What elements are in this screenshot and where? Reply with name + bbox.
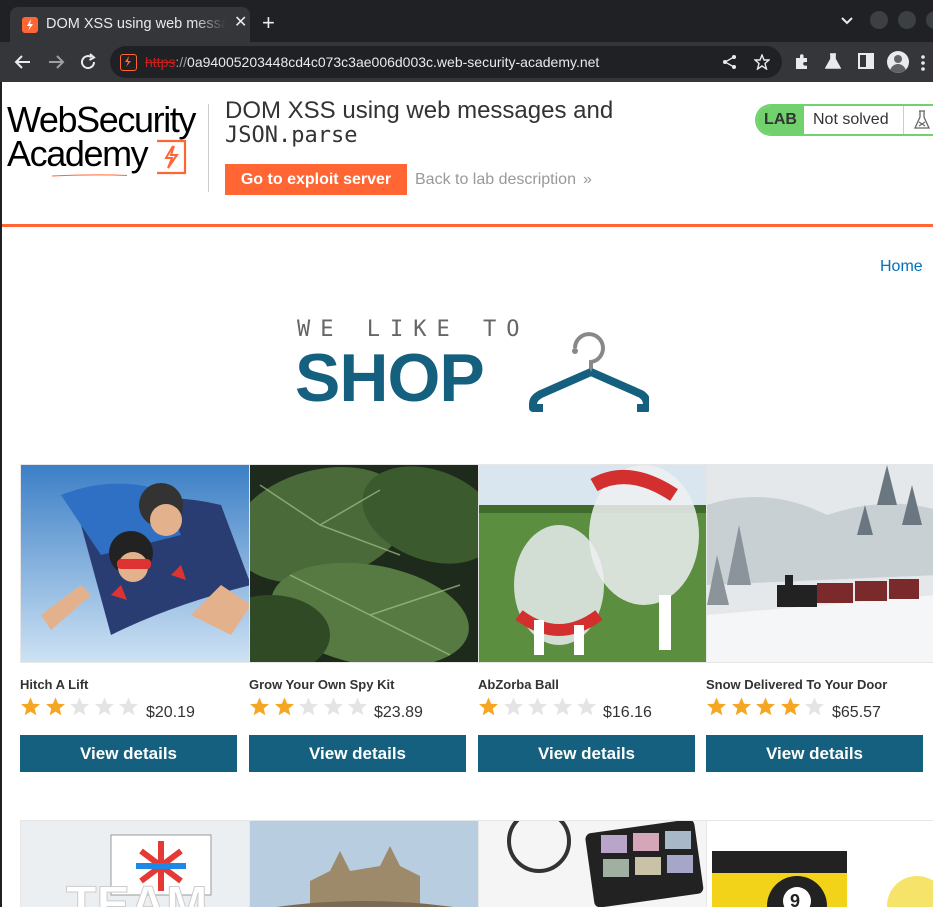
url-separator: :// [175, 54, 188, 70]
star-empty-icon [70, 697, 89, 716]
product-image-bubble-ball [478, 464, 708, 663]
star-empty-icon [805, 697, 824, 716]
lab-title: DOM XSS using web messages and [225, 97, 614, 124]
star-rating [478, 696, 601, 718]
lab-status-text: Not solved [813, 111, 889, 128]
url-host: 0a94005203448cd4c073c3ae006d003c.web-sec… [187, 54, 600, 70]
web-security-academy-logo[interactable]: WebSecurity Academy [7, 102, 207, 177]
view-details-button[interactable]: View details [706, 735, 923, 772]
home-link[interactable]: Home [880, 258, 923, 276]
product-image-skydivers [20, 464, 250, 663]
browser-tab[interactable]: DOM XSS using web messages and JSON.pars… [10, 7, 250, 42]
logo-underline [51, 174, 128, 177]
page-content: WebSecurity Academy DOM XSS using web me… [0, 82, 933, 907]
product-name: Grow Your Own Spy Kit [249, 677, 395, 692]
star-filled-icon [250, 697, 269, 716]
flask-icon[interactable] [825, 53, 841, 70]
star-filled-icon [780, 697, 800, 716]
product-grid-row-2: TEAM 9 [20, 820, 933, 907]
window-close-button[interactable] [926, 11, 933, 29]
hanger-icon [529, 332, 649, 412]
view-details-button[interactable]: View details [478, 735, 695, 772]
star-filled-icon [45, 697, 65, 716]
profile-avatar-icon[interactable] [887, 51, 909, 73]
share-icon[interactable] [722, 54, 738, 70]
shop-word: SHOP [295, 340, 485, 416]
back-to-lab-description-link[interactable]: Back to lab description [415, 171, 576, 189]
star-rating [249, 696, 372, 718]
minimize-button[interactable] [870, 11, 888, 29]
browser-toolbar: https://0a94005203448cd4c073c3ae006d003c… [0, 42, 933, 82]
star-empty-icon [503, 697, 523, 716]
plus-icon[interactable]: + [262, 12, 275, 34]
lab-title-code: JSON.parse [225, 123, 358, 148]
product-name: Hitch A Lift [20, 677, 89, 692]
go-to-exploit-server-button[interactable]: Go to exploit server [225, 164, 407, 195]
site-info-icon[interactable] [120, 54, 137, 71]
star-empty-icon [348, 697, 367, 716]
back-arrow-icon[interactable] [14, 53, 32, 71]
product-image-castle [249, 820, 479, 907]
shop-tagline: WE LIKE TO [297, 317, 530, 342]
academy-favicon-icon [22, 17, 38, 33]
star-empty-icon [577, 697, 596, 716]
product-name: AbZorba Ball [478, 677, 559, 692]
team-image-text: TEAM [66, 876, 208, 907]
product-image-team: TEAM [20, 820, 250, 907]
logo-bolt-icon [157, 139, 187, 175]
chevron-down-icon[interactable] [840, 14, 854, 28]
product-image-leaves [249, 464, 479, 663]
view-details-button[interactable]: View details [20, 735, 237, 772]
lab-badge: LAB [757, 106, 804, 134]
tab-title: DOM XSS using web messages and JSON.pars… [46, 16, 226, 32]
product-price: $23.89 [374, 704, 423, 721]
star-rating [706, 696, 829, 718]
star-empty-icon [552, 697, 572, 716]
lab-status-widget: LAB Not solved [755, 104, 933, 136]
star-filled-icon [21, 697, 40, 716]
forward-arrow-icon[interactable] [47, 53, 65, 71]
star-empty-icon [323, 697, 343, 716]
product-name: Snow Delivered To Your Door [706, 677, 888, 692]
maximize-button[interactable] [898, 11, 916, 29]
star-filled-icon [756, 697, 775, 716]
browser-tabstrip: DOM XSS using web messages and JSON.pars… [0, 0, 933, 42]
star-rating [20, 696, 143, 718]
bookmark-star-icon[interactable] [754, 54, 770, 70]
star-empty-icon [94, 697, 114, 716]
url-scheme: https [145, 54, 176, 70]
star-filled-icon [731, 697, 751, 716]
product-image-eyeshadow [478, 820, 708, 907]
flask-icon [903, 106, 933, 134]
product-image-snow-train [706, 464, 933, 663]
star-filled-icon [707, 697, 726, 716]
star-empty-icon [119, 697, 138, 716]
view-details-button[interactable]: View details [249, 735, 466, 772]
star-empty-icon [528, 697, 547, 716]
product-image-pool-ball: 9 [706, 820, 933, 907]
star-filled-icon [274, 697, 294, 716]
reload-icon[interactable] [79, 53, 97, 71]
header-divider [208, 104, 209, 192]
side-panel-icon[interactable] [858, 53, 874, 69]
kebab-menu-icon[interactable] [920, 54, 926, 72]
product-price: $20.19 [146, 704, 195, 721]
shop-banner: WE LIKE TO SHOP [295, 314, 655, 414]
academy-header: WebSecurity Academy DOM XSS using web me… [2, 82, 933, 228]
header-orange-rule [2, 224, 933, 227]
star-filled-icon [479, 697, 498, 716]
star-empty-icon [299, 697, 318, 716]
logo-line2: Academy [7, 133, 149, 174]
product-price: $16.16 [603, 704, 652, 721]
double-chevron-icon: » [583, 171, 592, 188]
url-text[interactable]: https://0a94005203448cd4c073c3ae006d003c… [145, 54, 599, 70]
close-icon[interactable]: ✕ [234, 15, 247, 31]
address-bar[interactable]: https://0a94005203448cd4c073c3ae006d003c… [110, 46, 782, 78]
product-price: $65.57 [832, 704, 881, 721]
pool-ball-number: 9 [790, 891, 800, 907]
extensions-puzzle-icon[interactable] [793, 53, 810, 70]
